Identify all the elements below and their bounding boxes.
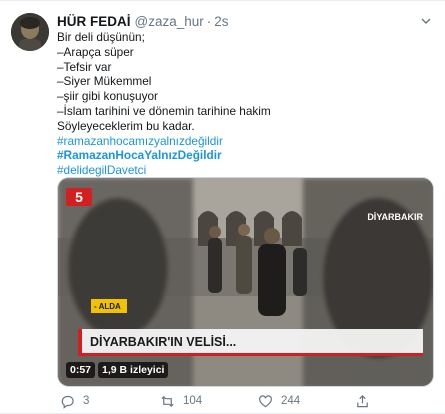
- chevron-down-icon[interactable]: [419, 14, 433, 28]
- video-frame: 5 DİYARBAKIR - ALDA DİYARBAKIR'IN VELİSİ…: [58, 178, 433, 386]
- view-count: 1,9 B izleyici: [98, 362, 169, 378]
- retweet-icon: [161, 395, 174, 407]
- side-tag: - ALDA: [94, 302, 121, 311]
- tweet-header: HÜR FEDAİ @zaza_hur · 2s: [57, 12, 433, 30]
- hashtag-link[interactable]: #delidegilDavetci: [57, 163, 433, 178]
- avatar[interactable]: [11, 13, 49, 51]
- tweet-line: Bir deli düşünün;: [57, 30, 145, 44]
- avatar-image: [11, 13, 49, 51]
- separator-dot: ·: [206, 13, 212, 29]
- video-duration: 0:57: [66, 362, 96, 378]
- tweet-line: –şiir gibi konuşuyor: [57, 89, 158, 104]
- reply-button[interactable]: 3: [60, 393, 89, 409]
- retweet-count: 104: [183, 395, 203, 407]
- reply-icon: [61, 395, 74, 409]
- tweet-card[interactable]: HÜR FEDAİ @zaza_hur · 2s Bir deli düşünü…: [0, 0, 445, 414]
- reply-count: 3: [83, 395, 90, 407]
- share-button[interactable]: [355, 393, 370, 409]
- heart-icon: [259, 394, 272, 407]
- channel-logo: 5: [75, 189, 83, 205]
- like-button[interactable]: 244: [258, 393, 300, 409]
- tweet-line: –Siyer Mükemmel: [57, 74, 152, 89]
- tweet-line: –Arapça süper: [57, 44, 134, 59]
- retweet-button[interactable]: 104: [160, 393, 202, 409]
- like-count: 244: [281, 395, 301, 407]
- video-meta: 0:57 1,9 B izleyici: [66, 362, 169, 378]
- tweet-line: –İslam tarihini ve dönemin tarihine haki…: [57, 103, 271, 118]
- location-tag: DİYARBAKIR: [367, 212, 423, 222]
- share-icon: [357, 394, 368, 407]
- video-player[interactable]: 5 DİYARBAKIR - ALDA DİYARBAKIR'IN VELİSİ…: [57, 177, 434, 387]
- author-name[interactable]: HÜR FEDAİ: [57, 14, 131, 29]
- tweet-time[interactable]: 2s: [214, 14, 228, 29]
- tweet-text: Bir deli düşünün; –Arapça süper –Tefsir …: [57, 30, 433, 178]
- tweet-line: –Tefsir var: [57, 59, 112, 74]
- tweet-actions: 3 104 244: [57, 393, 433, 409]
- tweet-line: Söyleyeceklerim bu kadar.: [57, 118, 195, 133]
- lower-third-caption: DİYARBAKIR'IN VELİSİ...: [90, 334, 236, 349]
- hashtag-link[interactable]: #RamazanHocaYalnızDeğildir: [57, 148, 433, 163]
- hashtag-link[interactable]: #ramazanhocamızyalnızdeğildir: [57, 134, 433, 149]
- author-handle[interactable]: @zaza_hur: [135, 14, 204, 29]
